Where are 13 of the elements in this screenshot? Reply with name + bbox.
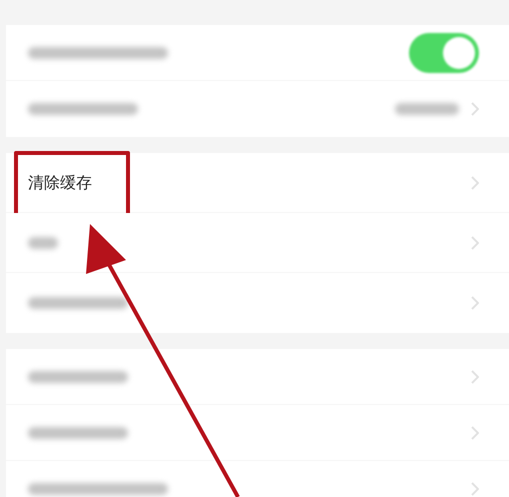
row-label: 清除缓存 — [28, 172, 92, 194]
blurred-value — [395, 103, 459, 115]
chevron-icon — [471, 236, 479, 250]
chevron-icon — [471, 102, 479, 116]
toggle-switch[interactable] — [409, 32, 479, 72]
chevron-icon — [471, 482, 479, 496]
blurred-label — [28, 236, 58, 248]
chevron-icon — [471, 370, 479, 384]
settings-row[interactable]: 清除缓存 — [6, 153, 509, 213]
chevron-icon — [471, 176, 479, 190]
settings-row[interactable] — [6, 213, 509, 273]
chevron-icon — [471, 296, 479, 310]
chevron-icon — [471, 426, 479, 440]
